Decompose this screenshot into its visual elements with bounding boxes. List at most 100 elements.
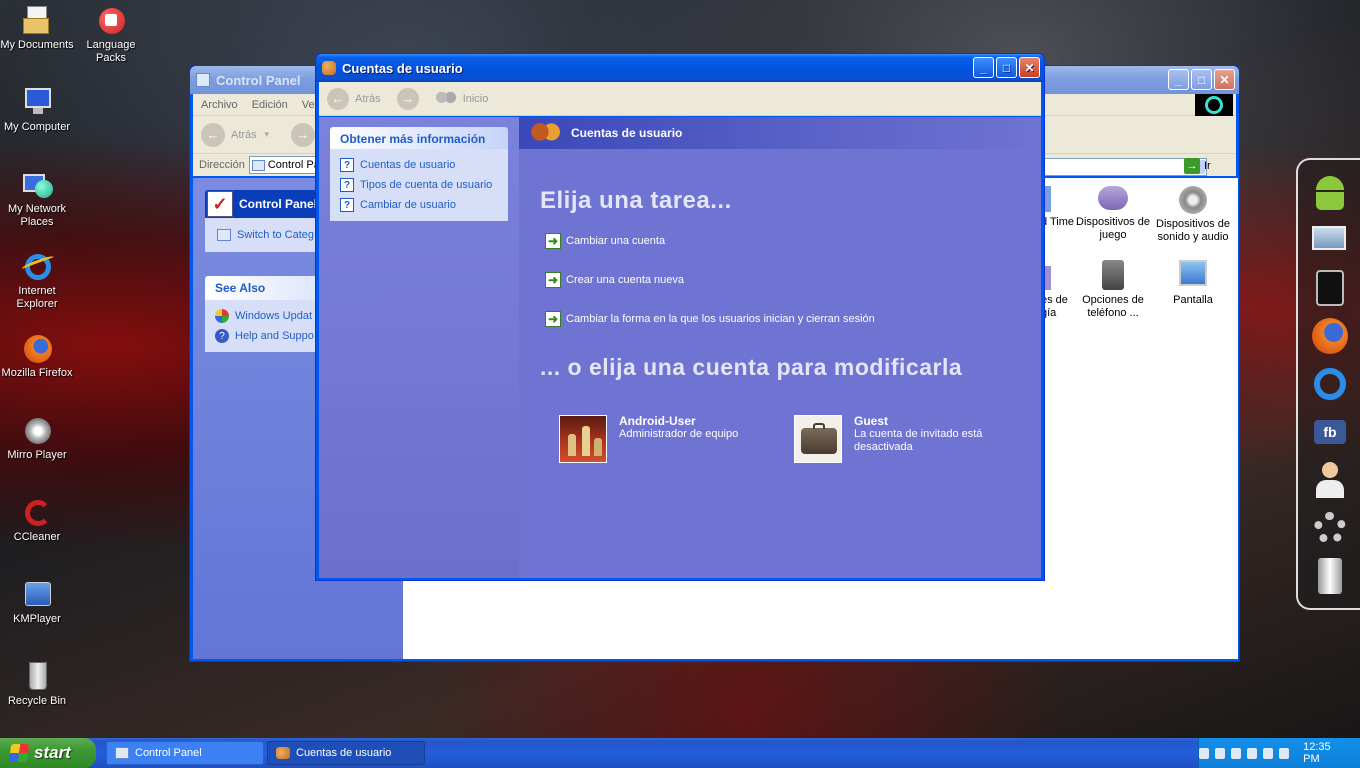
back-dropdown-icon[interactable]: ▼ <box>263 130 271 139</box>
desktop-icon-ccleaner[interactable]: CCleaner <box>0 496 74 544</box>
cp-item-phone-options[interactable]: Opciones de teléfono ... <box>1075 260 1151 320</box>
user-accounts-window[interactable]: Cuentas de usuario _ □ ✕ ← Atrás → Inici… <box>315 53 1045 581</box>
control-panel-small-icon <box>115 747 129 759</box>
desktop-icon-firefox[interactable]: Mozilla Firefox <box>0 332 74 380</box>
user-accounts-window-icon <box>322 61 336 75</box>
help-icon: ? <box>340 158 354 172</box>
clock[interactable]: 12:35 PM <box>1303 741 1346 765</box>
link-cuentas-usuario[interactable]: ? Cuentas de usuario <box>340 155 498 175</box>
android-user-info: Android-User Administrador de equipo <box>619 415 738 465</box>
my-computer-icon <box>21 86 53 118</box>
learn-more-header: Obtener más información <box>330 127 508 149</box>
back-arrow-icon[interactable]: ← <box>327 87 349 110</box>
account-guest[interactable]: Guest La cuenta de invitado está desacti… <box>794 415 1024 465</box>
account-heading: ... o elija una cuenta para modificarla <box>540 354 963 380</box>
tablet-icon[interactable] <box>1310 268 1350 308</box>
maximize-button[interactable]: □ <box>1191 69 1212 90</box>
windows-flag-icon <box>8 744 30 762</box>
trash-icon[interactable] <box>1310 556 1350 596</box>
desktop-icon-internet-explorer[interactable]: Internet Explorer <box>0 250 74 311</box>
back-arrow-icon[interactable]: ← <box>201 122 225 147</box>
back-label[interactable]: Atrás <box>231 129 257 141</box>
back-label[interactable]: Atrás <box>355 93 381 105</box>
forward-arrow-icon[interactable]: → <box>396 87 419 110</box>
task-heading: Elija una tarea... <box>540 187 732 214</box>
task-cambiar-cuenta[interactable]: ➜ Cambiar una cuenta <box>545 233 665 249</box>
learn-more-body: ? Cuentas de usuario ? Tipos de cuenta d… <box>330 149 508 221</box>
go-button[interactable]: → Ir <box>1184 158 1211 174</box>
chess-pieces-avatar <box>559 415 607 463</box>
desktop-icon-kmplayer[interactable]: KMPlayer <box>0 578 74 626</box>
firefox-icon[interactable] <box>1310 316 1350 356</box>
start-button[interactable]: start <box>0 738 96 768</box>
taskbar-control-panel[interactable]: Control Panel <box>106 741 264 765</box>
go-arrow-icon: → <box>1184 158 1200 174</box>
switch-view-icon <box>217 229 231 241</box>
help-icon: ? <box>340 198 354 212</box>
security-tray-icon[interactable] <box>1263 747 1274 759</box>
forward-arrow-icon[interactable]: → <box>290 122 315 147</box>
minimize-button[interactable]: _ <box>973 57 994 78</box>
user-accounts-toolbar: ← Atrás → Inicio <box>319 82 1041 116</box>
desktop-icon-my-documents[interactable]: My Documents <box>0 4 74 52</box>
home-label[interactable]: Inicio <box>463 93 489 105</box>
account-name: Guest <box>854 414 889 428</box>
monitor-icon[interactable] <box>1310 220 1350 260</box>
recycle-bin-icon <box>21 660 53 692</box>
user-support-icon[interactable] <box>1310 460 1350 500</box>
game-controller-icon <box>1098 186 1128 210</box>
user-accounts-header: Cuentas de usuario <box>519 117 1041 149</box>
menu-edicion[interactable]: Edición <box>252 99 288 111</box>
cp-item-display[interactable]: Pantalla <box>1153 260 1233 307</box>
user-accounts-header-icon <box>531 122 561 144</box>
internet-explorer-icon <box>20 250 56 282</box>
cp-item-game-controllers[interactable]: Dispositivos de juego <box>1075 186 1151 242</box>
home-users-icon[interactable] <box>434 90 457 107</box>
mirro-player-icon <box>21 414 53 446</box>
user-accounts-left-pane: Obtener más información ? Cuentas de usu… <box>319 117 519 578</box>
keyboard-tray-icon[interactable] <box>1215 747 1226 759</box>
account-android-user[interactable]: Android-User Administrador de equipo <box>559 415 779 465</box>
display-tray-icon[interactable] <box>1231 747 1242 759</box>
desktop-icon-mirro-player[interactable]: Mirro Player <box>0 414 74 462</box>
right-dock: fb <box>1296 158 1360 610</box>
suitcase-avatar <box>794 415 842 463</box>
language-packs-icon <box>95 4 127 36</box>
windows-update-icon <box>215 309 229 323</box>
menu-archivo[interactable]: Archivo <box>201 99 238 111</box>
cp-item-sound-audio[interactable]: Dispositivos de sonido y audio <box>1153 186 1233 244</box>
android-icon[interactable] <box>1310 172 1350 212</box>
settings-gear-icon[interactable] <box>1310 508 1350 548</box>
account-type: Administrador de equipo <box>619 428 739 440</box>
link-cambiar-usuario[interactable]: ? Cambiar de usuario <box>340 195 498 215</box>
task-cambiar-inicio-sesion[interactable]: ➜ Cambiar la forma en la que los usuario… <box>545 311 875 327</box>
volume-tray-icon[interactable] <box>1247 747 1258 759</box>
taskbar-user-accounts[interactable]: Cuentas de usuario <box>267 741 425 765</box>
desktop-icon-network-places[interactable]: My Network Places <box>0 168 74 229</box>
taskbar: start Control Panel Cuentas de usuario 1… <box>0 738 1360 768</box>
close-button[interactable]: ✕ <box>1019 57 1040 78</box>
control-panel-checklist-icon: ✓ <box>207 191 233 217</box>
minimize-button[interactable]: _ <box>1168 69 1189 90</box>
desktop-icon-language-packs[interactable]: Language Packs <box>74 4 148 65</box>
user-accounts-body: Obtener más información ? Cuentas de usu… <box>319 117 1041 578</box>
safely-remove-tray-icon[interactable] <box>1279 747 1290 759</box>
desktop-icon-recycle-bin[interactable]: Recycle Bin <box>0 660 74 708</box>
windows-logo-throbber <box>1195 94 1233 116</box>
learn-more-box: Obtener más información ? Cuentas de usu… <box>330 127 508 221</box>
user-accounts-titlebar[interactable]: Cuentas de usuario _ □ ✕ <box>316 54 1044 82</box>
facebook-icon[interactable]: fb <box>1310 412 1350 452</box>
phone-icon <box>1102 260 1124 290</box>
internet-explorer-icon[interactable] <box>1310 364 1350 404</box>
link-tipos-cuenta[interactable]: ? Tipos de cuenta de usuario <box>340 175 498 195</box>
address-input-extension[interactable]: ▼ <box>1042 158 1207 176</box>
task-crear-cuenta[interactable]: ➜ Crear una cuenta nueva <box>545 272 684 288</box>
green-arrow-icon: ➜ <box>545 311 561 327</box>
network-tray-icon[interactable] <box>1199 747 1210 759</box>
network-places-icon <box>21 168 53 200</box>
maximize-button[interactable]: □ <box>996 57 1017 78</box>
control-panel-window-icon <box>196 73 210 87</box>
desktop-icon-my-computer[interactable]: My Computer <box>0 86 74 134</box>
menu-ver[interactable]: Ve <box>302 99 315 111</box>
close-button[interactable]: ✕ <box>1214 69 1235 90</box>
